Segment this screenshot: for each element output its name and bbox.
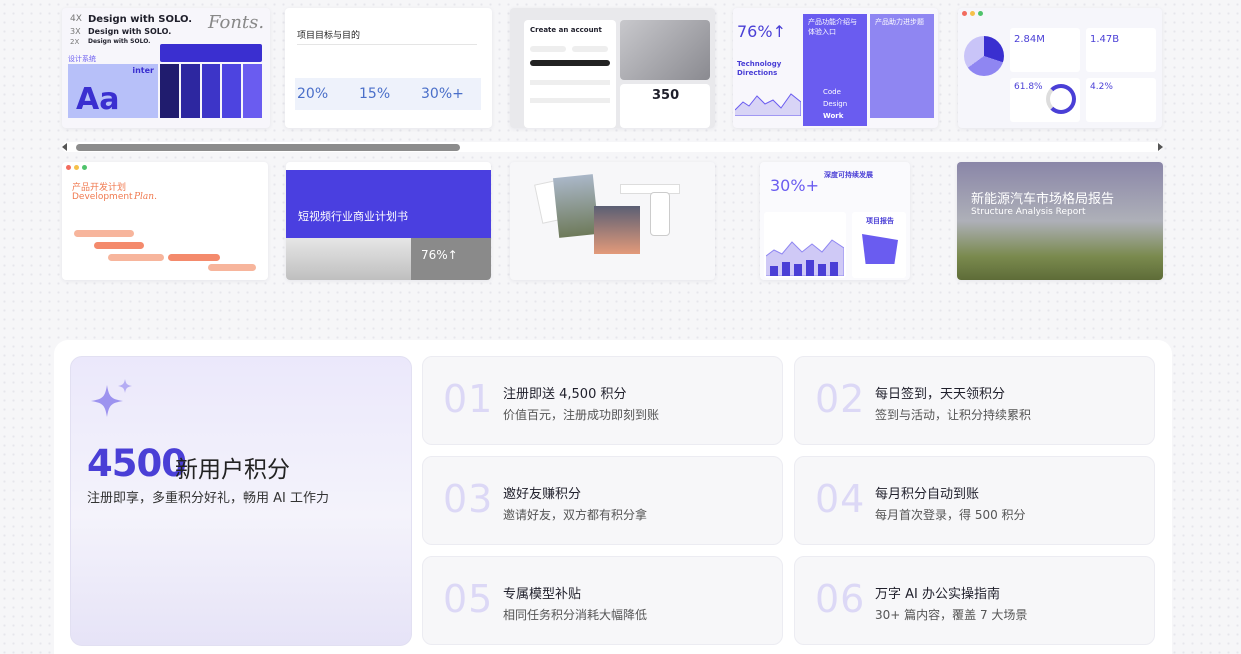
feature-number: 04 <box>815 477 866 521</box>
design-line-2: Design with SOLO. <box>88 27 172 36</box>
feature-number: 03 <box>443 477 494 521</box>
dev-plan-sub2: Plan. <box>134 192 157 202</box>
stat-2: 15% <box>359 86 391 102</box>
template-card-sustainable[interactable]: 30%+ 深度可持续发展 项目报告 <box>760 162 910 280</box>
template-card-create-account[interactable]: Create an account 350 <box>510 8 715 128</box>
scroll-right-arrow[interactable] <box>1158 143 1163 151</box>
feature-number: 05 <box>443 577 494 621</box>
metric-4: 4.2% <box>1090 82 1113 92</box>
dev-plan-sub: Development <box>72 192 133 202</box>
sustain-bar-chart <box>766 239 844 276</box>
scale-2x: 2X <box>70 38 80 46</box>
feature-desc: 邀请好友，双方都有积分拿 <box>503 508 648 522</box>
tech-tile-2: 产品助力进步题 <box>870 14 934 118</box>
feature-title: 邀好友赚积分 <box>503 487 582 502</box>
font-name: inter <box>132 66 154 75</box>
feature-card-06[interactable]: 06 万字 AI 办公实操指南 30+ 篇内容，覆盖 7 大场景 <box>794 556 1155 645</box>
tech-dir-1: Technology <box>737 60 782 68</box>
tile-2-text: 产品助力进步题 <box>875 18 924 26</box>
template-card-project-goals[interactable]: 项目目标与目的 20% 15% 30%+ <box>285 8 492 128</box>
menu-design: Design <box>823 100 848 108</box>
feature-title: 万字 AI 办公实操指南 <box>875 587 1000 602</box>
design-line-1: Design with SOLO. <box>88 14 193 25</box>
stat-1: 20% <box>297 86 329 102</box>
feature-title: 专属模型补贴 <box>503 587 582 602</box>
feature-title: 每月积分自动到账 <box>875 487 980 502</box>
feature-desc: 价值百元，注册成功即刻到账 <box>503 408 660 422</box>
feature-number: 01 <box>443 377 494 421</box>
font-preview-box: inter Aa <box>68 64 158 118</box>
color-columns <box>160 64 262 118</box>
feature-desc: 每月首次登录，得 500 积分 <box>875 508 1026 522</box>
hero-number: 4500 <box>87 442 187 485</box>
design-system-label: 设计系统 <box>68 55 96 63</box>
template-card-design-system[interactable]: 4X 3X 2X Design with SOLO. Design with S… <box>62 8 270 128</box>
feature-title: 注册即送 4,500 积分 <box>503 387 627 402</box>
tech-dir-2: Directions <box>737 69 778 77</box>
feature-card-01[interactable]: 01 注册即送 4,500 积分 价值百元，注册成功即刻到账 <box>422 356 783 445</box>
ev-sub: Structure Analysis Report <box>971 207 1086 217</box>
pie-chart <box>964 36 1004 76</box>
sparkle-icon <box>91 379 132 417</box>
hero-card: 4500 新用户积分 注册即享，多重积分好礼，畅用 AI 工作力 <box>70 356 412 646</box>
template-card-short-video[interactable]: 短视频行业商业计划书 76%↑ <box>286 162 491 280</box>
account-number: 350 <box>652 88 680 103</box>
feature-desc: 30+ 篇内容，覆盖 7 大场景 <box>875 608 1028 622</box>
metric-1: 2.84M <box>1014 34 1045 45</box>
scroll-left-arrow[interactable] <box>62 143 67 151</box>
tech-line-chart <box>735 93 801 116</box>
feature-number: 06 <box>815 577 866 621</box>
scale-4x: 4X <box>70 14 82 24</box>
menu-work: Work <box>823 112 844 120</box>
scale-3x: 3X <box>70 27 81 36</box>
sustain-sub: 项目报告 <box>866 217 894 225</box>
feature-card-05[interactable]: 05 专属模型补贴 相同任务积分消耗大幅降低 <box>422 556 783 645</box>
short-video-pct: 76%↑ <box>421 248 458 262</box>
tech-tile-1: 产品功能介绍与体验入口 Code Design Work <box>803 14 867 126</box>
feature-title: 每日签到，天天领积分 <box>875 387 1006 402</box>
sustain-title: 深度可持续发展 <box>824 171 873 179</box>
menu-code: Code <box>823 88 841 96</box>
template-gallery: 4X 3X 2X Design with SOLO. Design with S… <box>0 0 1241 340</box>
create-account-title: Create an account <box>530 26 602 34</box>
short-video-title: 短视频行业商业计划书 <box>298 210 408 223</box>
template-card-dashboard[interactable]: 2.84M 1.47B 61.8% 4.2% <box>958 8 1162 128</box>
scrollbar-thumb[interactable] <box>76 144 460 151</box>
template-card-photo-collage[interactable] <box>510 162 715 280</box>
aa-sample: Aa <box>76 82 120 117</box>
feature-card-03[interactable]: 03 邀好友赚积分 邀请好友，双方都有积分拿 <box>422 456 783 545</box>
hero-subtitle: 注册即享，多重积分好礼，畅用 AI 工作力 <box>87 491 329 506</box>
feature-desc: 相同任务积分消耗大幅降低 <box>503 608 648 622</box>
hero-title: 新用户积分 <box>175 457 290 483</box>
swatch-bar <box>160 44 262 62</box>
ev-title: 新能源汽车市场格局报告 <box>971 192 1115 207</box>
tile-1-text: 产品功能介绍与体验入口 <box>808 18 857 36</box>
feature-number: 02 <box>815 377 866 421</box>
tech-pct: 76%↑ <box>737 22 786 41</box>
feature-card-04[interactable]: 04 每月积分自动到账 每月首次登录，得 500 积分 <box>794 456 1155 545</box>
goals-title: 项目目标与目的 <box>297 31 361 41</box>
metric-2: 1.47B <box>1090 34 1120 45</box>
goals-stats: 20% 15% 30%+ <box>295 78 481 110</box>
goals-divider <box>297 44 477 45</box>
feature-card-02[interactable]: 02 每日签到，天天领积分 签到与活动，让积分持续累积 <box>794 356 1155 445</box>
sustain-pct: 30%+ <box>770 176 819 195</box>
stat-3: 30%+ <box>421 86 464 102</box>
gallery-scrollbar[interactable] <box>62 142 1162 152</box>
template-card-ev-report[interactable]: 新能源汽车市场格局报告 Structure Analysis Report <box>957 162 1163 280</box>
template-card-dev-plan[interactable]: 产品开发计划 Development Plan. <box>62 162 268 280</box>
design-line-3: Design with SOLO. <box>88 38 151 45</box>
template-card-tech-directions[interactable]: 76%↑ Technology Directions 产品功能介绍与体验入口 C… <box>733 8 938 128</box>
metric-3: 61.8% <box>1014 82 1043 92</box>
feature-desc: 签到与活动，让积分持续累积 <box>875 408 1032 422</box>
fonts-heading: Fonts. <box>208 12 265 33</box>
